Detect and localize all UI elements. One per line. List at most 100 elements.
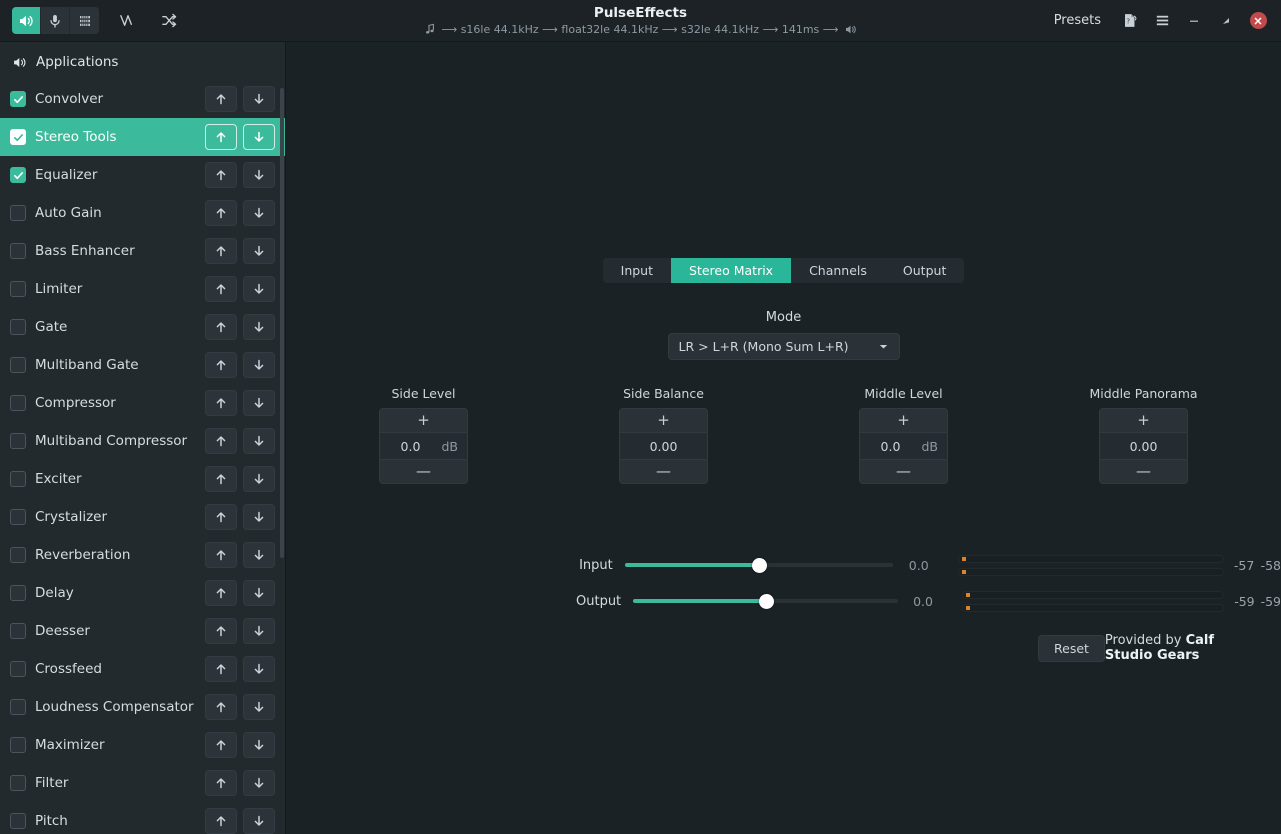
move-plugin-down-button[interactable] — [243, 770, 275, 796]
plugin-enable-checkbox[interactable] — [10, 623, 26, 639]
plugin-enable-checkbox[interactable] — [10, 243, 26, 259]
spinner-value-field[interactable]: 0.0 dB — [860, 433, 947, 459]
plugin-row[interactable]: Compressor — [0, 384, 285, 422]
move-plugin-up-button[interactable] — [205, 428, 237, 454]
move-plugin-down-button[interactable] — [243, 504, 275, 530]
plugin-row[interactable]: Maximizer — [0, 726, 285, 764]
output-devices-button[interactable] — [12, 7, 41, 34]
spinner-decrement-button[interactable]: — — [860, 459, 947, 483]
plugin-row[interactable]: Crystalizer — [0, 498, 285, 536]
move-plugin-down-button[interactable] — [243, 390, 275, 416]
minimize-button[interactable] — [1179, 7, 1209, 35]
move-plugin-up-button[interactable] — [205, 504, 237, 530]
pipewire-button[interactable] — [70, 7, 99, 34]
move-plugin-down-button[interactable] — [243, 124, 275, 150]
spinner-increment-button[interactable]: + — [860, 409, 947, 433]
plugin-row[interactable]: Stereo Tools — [0, 118, 285, 156]
move-plugin-down-button[interactable] — [243, 200, 275, 226]
move-plugin-up-button[interactable] — [205, 314, 237, 340]
plugin-enable-checkbox[interactable] — [10, 395, 26, 411]
applications-header[interactable]: Applications — [0, 42, 285, 80]
move-plugin-down-button[interactable] — [243, 580, 275, 606]
spinner-increment-button[interactable]: + — [1100, 409, 1187, 433]
move-plugin-down-button[interactable] — [243, 732, 275, 758]
spinner-decrement-button[interactable]: — — [1100, 459, 1187, 483]
plugin-row[interactable]: Deesser — [0, 612, 285, 650]
mode-dropdown[interactable]: LR > L+R (Mono Sum L+R) — [667, 333, 900, 360]
move-plugin-up-button[interactable] — [205, 390, 237, 416]
move-plugin-up-button[interactable] — [205, 124, 237, 150]
slider-handle[interactable] — [752, 557, 768, 573]
plugin-row[interactable]: Auto Gain — [0, 194, 285, 232]
plugin-row[interactable]: Filter — [0, 764, 285, 802]
tab-output[interactable]: Output — [884, 258, 965, 283]
move-plugin-down-button[interactable] — [243, 808, 275, 834]
gain-slider[interactable] — [624, 557, 894, 573]
move-plugin-up-button[interactable] — [205, 618, 237, 644]
plugin-enable-checkbox[interactable] — [10, 319, 26, 335]
move-plugin-down-button[interactable] — [243, 542, 275, 568]
move-plugin-up-button[interactable] — [205, 466, 237, 492]
presets-button[interactable]: Presets — [1042, 8, 1113, 33]
spinner-increment-button[interactable]: + — [380, 409, 467, 433]
plugin-row[interactable]: Gate — [0, 308, 285, 346]
plugin-enable-checkbox[interactable] — [10, 509, 26, 525]
move-plugin-down-button[interactable] — [243, 656, 275, 682]
plugin-enable-checkbox[interactable] — [10, 813, 26, 829]
move-plugin-down-button[interactable] — [243, 86, 275, 112]
tab-input[interactable]: Input — [602, 258, 672, 283]
spinner-value-field[interactable]: 0.00 — [1100, 433, 1187, 459]
move-plugin-down-button[interactable] — [243, 618, 275, 644]
maximize-button[interactable] — [1211, 7, 1241, 35]
plugin-enable-checkbox[interactable] — [10, 661, 26, 677]
help-button[interactable]: ? — [1115, 7, 1145, 35]
move-plugin-up-button[interactable] — [205, 162, 237, 188]
input-devices-button[interactable] — [41, 7, 70, 34]
plugin-row[interactable]: Equalizer — [0, 156, 285, 194]
spectrum-button[interactable] — [113, 7, 141, 34]
move-plugin-up-button[interactable] — [205, 770, 237, 796]
move-plugin-up-button[interactable] — [205, 694, 237, 720]
move-plugin-up-button[interactable] — [205, 808, 237, 834]
spinner-value-field[interactable]: 0.0 dB — [380, 433, 467, 459]
tab-stereo-matrix[interactable]: Stereo Matrix — [671, 258, 792, 283]
close-button[interactable] — [1243, 7, 1273, 35]
move-plugin-up-button[interactable] — [205, 352, 237, 378]
move-plugin-down-button[interactable] — [243, 162, 275, 188]
move-plugin-up-button[interactable] — [205, 656, 237, 682]
move-plugin-up-button[interactable] — [205, 238, 237, 264]
plugin-enable-checkbox[interactable] — [10, 167, 26, 183]
move-plugin-down-button[interactable] — [243, 694, 275, 720]
move-plugin-down-button[interactable] — [243, 314, 275, 340]
move-plugin-down-button[interactable] — [243, 352, 275, 378]
plugin-row[interactable]: Crossfeed — [0, 650, 285, 688]
move-plugin-down-button[interactable] — [243, 428, 275, 454]
plugin-enable-checkbox[interactable] — [10, 205, 26, 221]
move-plugin-down-button[interactable] — [243, 276, 275, 302]
plugin-row[interactable]: Bass Enhancer — [0, 232, 285, 270]
plugin-row[interactable]: Multiband Gate — [0, 346, 285, 384]
plugin-row[interactable]: Reverberation — [0, 536, 285, 574]
move-plugin-down-button[interactable] — [243, 238, 275, 264]
plugin-row[interactable]: Convolver — [0, 80, 285, 118]
move-plugin-up-button[interactable] — [205, 200, 237, 226]
move-plugin-up-button[interactable] — [205, 86, 237, 112]
menu-button[interactable] — [1147, 7, 1177, 35]
plugin-row[interactable]: Multiband Compressor — [0, 422, 285, 460]
plugin-row[interactable]: Loudness Compensator — [0, 688, 285, 726]
spinner-decrement-button[interactable]: — — [620, 459, 707, 483]
tab-channels[interactable]: Channels — [791, 258, 885, 283]
plugin-enable-checkbox[interactable] — [10, 737, 26, 753]
move-plugin-down-button[interactable] — [243, 466, 275, 492]
reset-button[interactable]: Reset — [1038, 634, 1105, 662]
plugin-row[interactable]: Exciter — [0, 460, 285, 498]
spinner-increment-button[interactable]: + — [620, 409, 707, 433]
move-plugin-up-button[interactable] — [205, 542, 237, 568]
spinner-value-field[interactable]: 0.00 — [620, 433, 707, 459]
panel-tabs[interactable]: Input Stereo Matrix Channels Output — [602, 258, 965, 283]
plugin-row[interactable]: Delay — [0, 574, 285, 612]
slider-handle[interactable] — [758, 593, 774, 609]
plugin-enable-checkbox[interactable] — [10, 433, 26, 449]
plugin-enable-checkbox[interactable] — [10, 129, 26, 145]
plugin-row[interactable]: Pitch — [0, 802, 285, 834]
